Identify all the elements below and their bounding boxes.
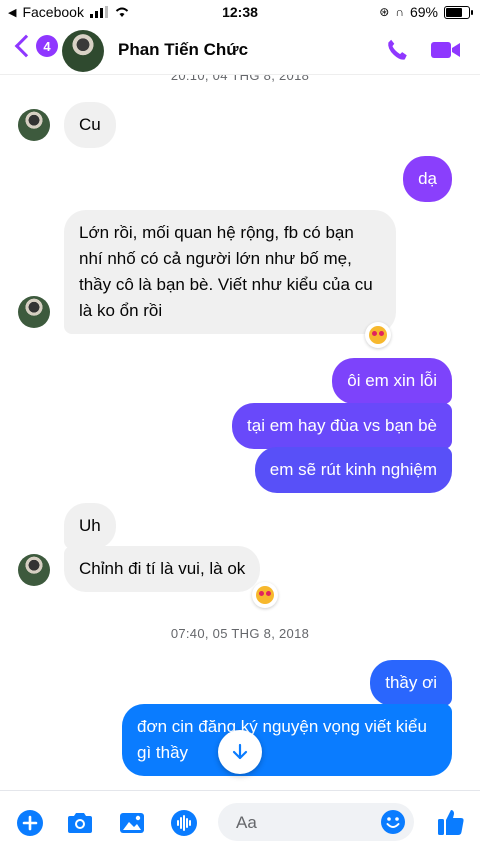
message-bubble[interactable]: ôi em xin lỗi	[332, 358, 452, 404]
contact-avatar[interactable]	[62, 30, 104, 72]
timestamp: 07:40, 05 THG 8, 2018	[170, 626, 310, 641]
heart-eyes-emoji-icon	[369, 326, 387, 344]
message-input[interactable]: Aa	[218, 803, 414, 841]
message-bubble[interactable]: Uh	[64, 503, 116, 549]
back-chevron-icon	[14, 34, 38, 58]
thumbs-up-icon[interactable]	[436, 807, 466, 837]
message-bubble[interactable]: Cu	[64, 102, 116, 148]
sender-avatar[interactable]	[18, 296, 50, 328]
smiley-icon[interactable]	[380, 809, 406, 835]
conversation-header: 4 Phan Tiến Chức	[0, 26, 480, 75]
camera-icon[interactable]	[66, 809, 94, 837]
phone-icon[interactable]	[384, 37, 410, 63]
status-bar: ◀ Facebook 12:38 ⊛ ∩ 69%	[0, 0, 480, 26]
message-bubble[interactable]: thầy ơi	[370, 660, 452, 706]
sender-avatar[interactable]	[18, 554, 50, 586]
message-bubble[interactable]: đơn cin đăng ký nguyện vọng viết kiểu gì…	[122, 704, 452, 776]
message-bubble[interactable]: tại em hay đùa vs bạn bè	[232, 403, 452, 449]
back-button[interactable]: 4	[12, 34, 58, 58]
microphone-icon[interactable]	[170, 809, 198, 837]
unread-badge: 4	[36, 35, 58, 57]
video-camera-icon[interactable]	[430, 38, 462, 62]
message-list[interactable]: 20:10, 04 THG 8, 2018 Cu dạ Lớn rồi, mối…	[0, 74, 480, 790]
reaction[interactable]	[365, 322, 391, 348]
battery-percent: 69%	[409, 4, 438, 20]
heart-eyes-emoji-icon	[256, 586, 274, 604]
sender-avatar[interactable]	[18, 109, 50, 141]
message-bubble[interactable]: Lớn rồi, mối quan hệ rộng, fb có bạn nhí…	[64, 210, 396, 334]
plus-icon[interactable]	[16, 809, 44, 837]
message-bubble[interactable]: dạ	[403, 156, 452, 202]
contact-name[interactable]: Phan Tiến Chức	[118, 40, 248, 60]
reaction[interactable]	[252, 582, 278, 608]
composer-bar: Aa	[0, 790, 480, 854]
rotation-lock-icon: ⊛	[379, 5, 390, 19]
timestamp: 20:10, 04 THG 8, 2018	[170, 74, 310, 83]
arrow-down-icon	[232, 743, 248, 760]
headphones-icon: ∩	[395, 5, 404, 19]
scroll-to-bottom-button[interactable]	[218, 730, 262, 774]
message-placeholder: Aa	[236, 813, 257, 832]
battery-icon	[444, 5, 473, 19]
message-bubble[interactable]: Chỉnh đi tí là vui, là ok	[64, 546, 261, 592]
message-bubble[interactable]: em sẽ rút kinh nghiệm	[254, 447, 452, 493]
image-icon[interactable]	[118, 809, 146, 837]
